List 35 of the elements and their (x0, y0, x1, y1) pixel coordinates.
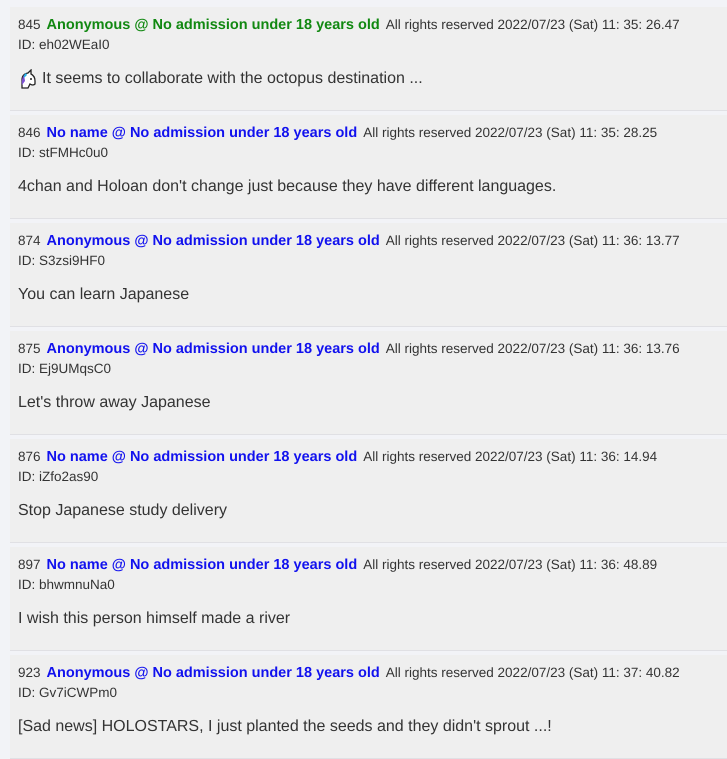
poster-id: ID: eh02WEaI0 (18, 37, 110, 52)
post-number: 876 (18, 449, 41, 464)
poster-id: ID: bhwmnuNa0 (18, 577, 115, 592)
poster-id: ID: S3zsi9HF0 (18, 253, 106, 268)
post-date: All rights reserved 2022/07/23 (Sat) 11: 35: 26.47 (386, 17, 680, 32)
poster-id: ID: stFMHc0u0 (18, 145, 108, 160)
poster-name: Anonymous @ No admission under 18 years old (46, 17, 380, 33)
post-text: 4chan and Holoan don't change just because they have different languages. (18, 177, 556, 197)
poster-name: No name @ No admission under 18 years old (46, 125, 358, 141)
post-number: 874 (18, 233, 41, 248)
post-number: 923 (18, 665, 41, 680)
post-number: 845 (18, 17, 41, 32)
post-date: All rights reserved 2022/07/23 (Sat) 11: 35: 28.25 (363, 125, 658, 140)
post-text: You can learn Japanese (18, 285, 190, 305)
poster-name: Anonymous @ No admission under 18 years old (46, 341, 380, 357)
poster-id: ID: Ej9UMqsC0 (18, 361, 112, 376)
post-number: 875 (18, 341, 41, 356)
poster-id: ID: Gv7iCWPm0 (18, 685, 118, 700)
post-text: Let's throw away Japanese (18, 393, 210, 413)
post-text: Stop Japanese study delivery (18, 501, 228, 521)
poster-name: Anonymous @ No admission under 18 years old (46, 665, 380, 681)
post-date: All rights reserved 2022/07/23 (Sat) 11: 36: 13.77 (386, 233, 680, 248)
post-date: All rights reserved 2022/07/23 (Sat) 11: 36: 13.76 (386, 341, 680, 356)
post-date: All rights reserved 2022/07/23 (Sat) 11: 36: 14.94 (363, 449, 658, 464)
poster-id: ID: iZfo2as90 (18, 469, 98, 484)
post-date: All rights reserved 2022/07/23 (Sat) 11: 37: 40.82 (386, 665, 680, 680)
post-text: It seems to collaborate with the octopus destination ... (42, 69, 423, 89)
post-date: All rights reserved 2022/07/23 (Sat) 11: 36: 48.89 (363, 557, 658, 572)
poster-name: No name @ No admission under 18 years old (46, 557, 358, 573)
post-number: 897 (18, 557, 41, 572)
post-text: I wish this person himself made a river (18, 609, 290, 629)
post-text: [Sad news] HOLOSTARS, I just planted the seeds and they didn't sprout ...! (18, 717, 552, 737)
post-number: 846 (18, 125, 41, 140)
poster-name: No name @ No admission under 18 years old (46, 449, 358, 465)
poster-name: Anonymous @ No admission under 18 years old (46, 233, 380, 249)
